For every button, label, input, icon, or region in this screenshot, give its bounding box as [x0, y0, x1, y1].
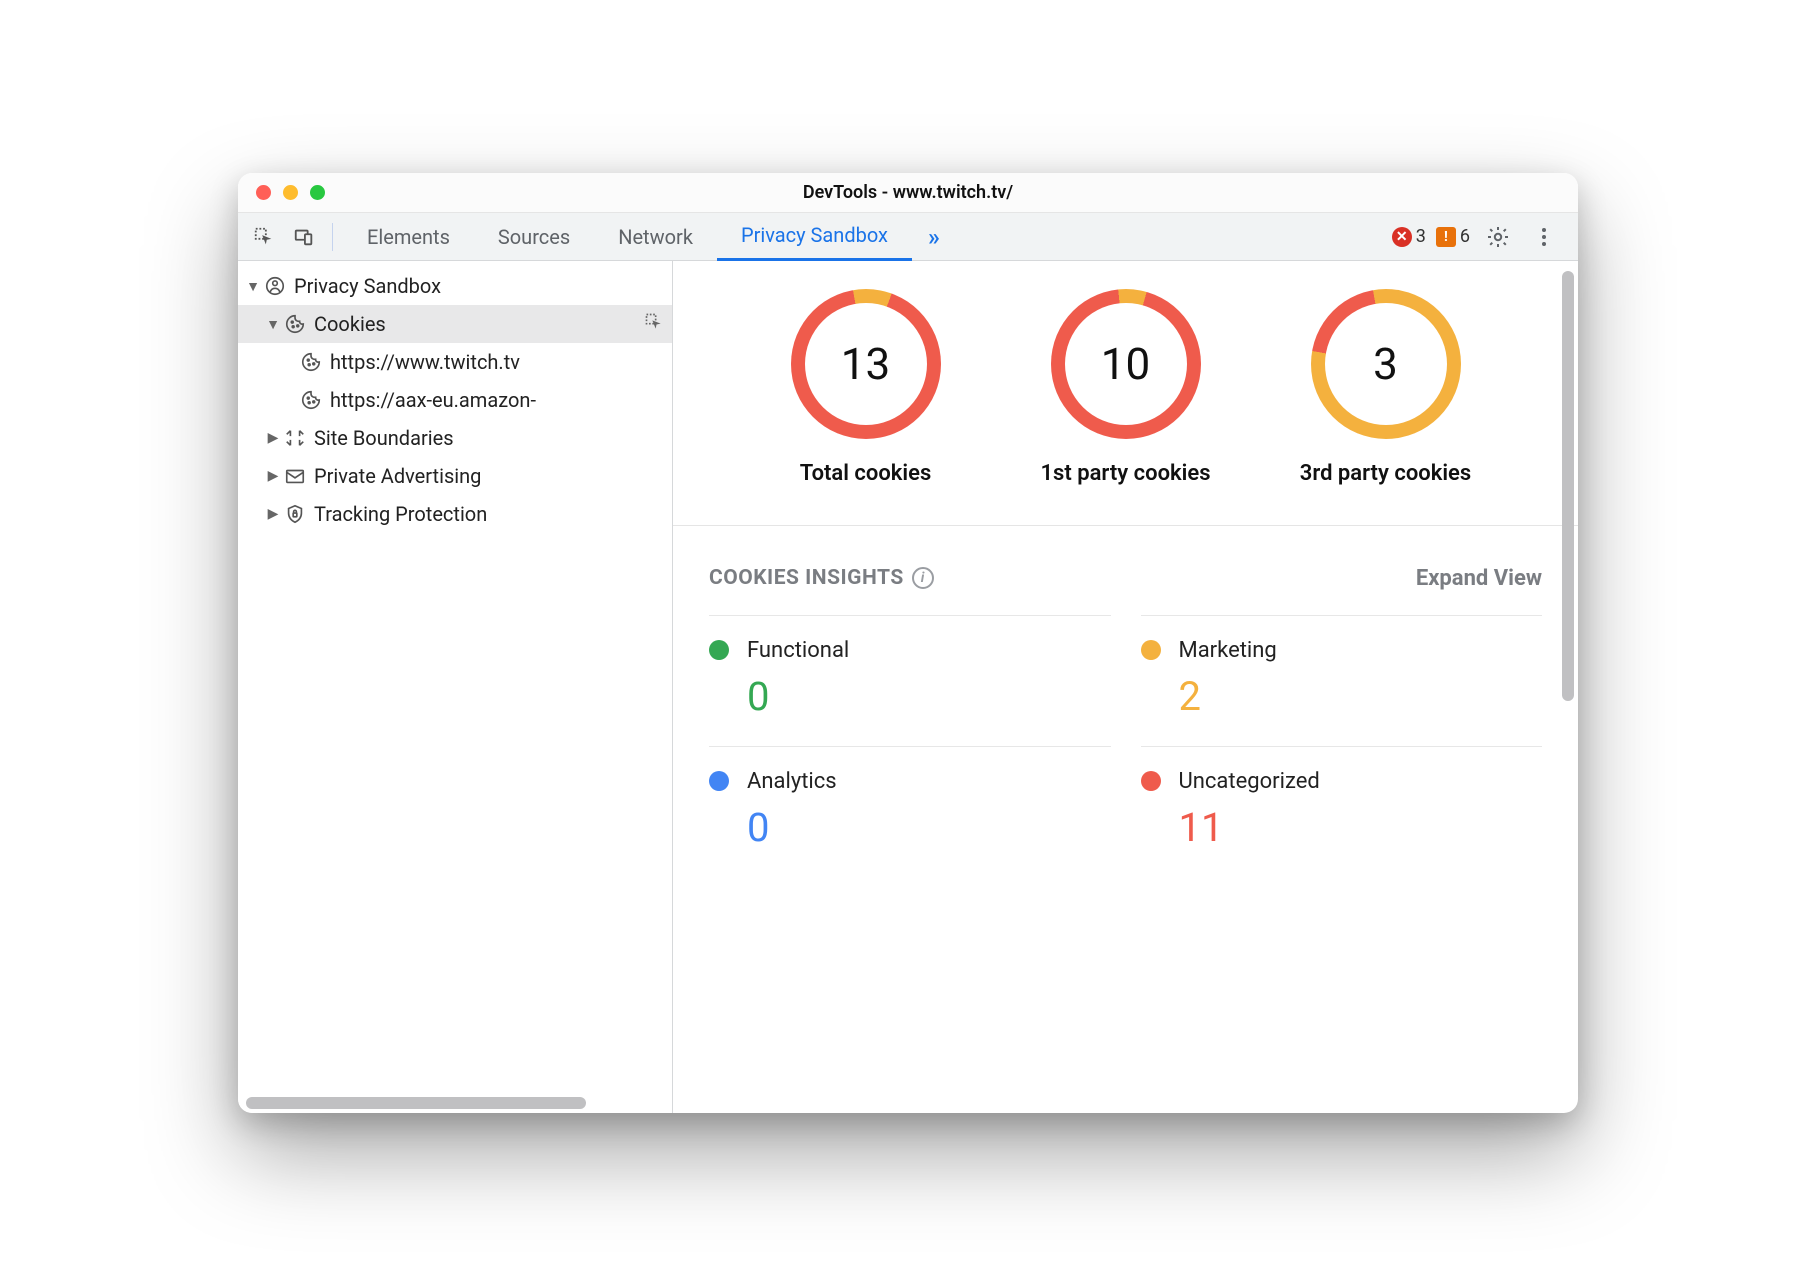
site-boundaries-icon	[282, 427, 308, 449]
tree-label: https://aax-eu.amazon-	[330, 388, 536, 412]
titlebar: DevTools - www.twitch.tv/	[238, 173, 1578, 213]
error-icon: ✕	[1392, 227, 1412, 247]
expand-arrow-icon[interactable]	[244, 278, 262, 295]
insight-uncategorized[interactable]: Uncategorized 11	[1141, 746, 1543, 877]
cookie-stats: 13 Total cookies 10 1st party cookies 3 …	[673, 261, 1578, 526]
sidebar-tree: Privacy Sandbox Cookies ht	[238, 261, 672, 539]
main-panel: 13 Total cookies 10 1st party cookies 3 …	[673, 261, 1578, 1113]
errors-badge[interactable]: ✕ 3	[1392, 226, 1426, 247]
bullet-icon	[1141, 771, 1161, 791]
insight-functional[interactable]: Functional 0	[709, 615, 1111, 746]
tree-label: Site Boundaries	[314, 426, 454, 450]
tree-label: Privacy Sandbox	[294, 274, 441, 298]
stat-third-party-cookies: 3 3rd party cookies	[1291, 289, 1481, 489]
insights-header: COOKIES INSIGHTS i Expand View	[673, 526, 1578, 615]
tree-item-tracking-protection[interactable]: Tracking Protection	[238, 495, 672, 533]
cookie-icon	[282, 313, 308, 335]
tab-network[interactable]: Network	[594, 213, 717, 261]
stat-value: 13	[841, 338, 890, 390]
cookie-icon	[298, 351, 324, 373]
warning-icon: !	[1436, 227, 1456, 247]
insight-marketing[interactable]: Marketing 2	[1141, 615, 1543, 746]
tree-item-cookies[interactable]: Cookies	[238, 305, 672, 343]
more-options-button[interactable]	[1526, 219, 1562, 255]
bullet-icon	[709, 640, 729, 660]
tab-elements[interactable]: Elements	[343, 213, 474, 261]
insights-title: COOKIES INSIGHTS i	[709, 566, 934, 590]
expand-arrow-icon[interactable]	[264, 430, 282, 446]
stat-first-party-cookies: 10 1st party cookies	[1031, 289, 1221, 489]
tree-label: Cookies	[314, 312, 386, 336]
warnings-badge[interactable]: ! 6	[1436, 226, 1470, 247]
tree-item-privacy-sandbox[interactable]: Privacy Sandbox	[238, 267, 672, 305]
cookie-icon	[298, 389, 324, 411]
stat-value: 10	[1101, 338, 1150, 390]
horizontal-scrollbar[interactable]	[246, 1097, 586, 1109]
insight-analytics[interactable]: Analytics 0	[709, 746, 1111, 877]
tree-item-private-advertising[interactable]: Private Advertising	[238, 457, 672, 495]
info-icon[interactable]: i	[912, 567, 934, 589]
errors-count: 3	[1416, 226, 1426, 247]
toolbar-right: ✕ 3 ! 6	[1392, 219, 1570, 255]
more-tabs-button[interactable]: »	[916, 223, 952, 251]
tree-label: Tracking Protection	[314, 502, 487, 526]
content-area: Privacy Sandbox Cookies ht	[238, 261, 1578, 1113]
toolbar-separator	[332, 223, 333, 251]
bullet-icon	[1141, 640, 1161, 660]
insight-value: 0	[747, 804, 1111, 851]
stat-total-cookies: 13 Total cookies	[771, 289, 961, 489]
stat-value: 3	[1373, 338, 1398, 390]
tree-label: https://www.twitch.tv	[330, 350, 520, 374]
expand-view-button[interactable]: Expand View	[1416, 566, 1542, 591]
tab-sources[interactable]: Sources	[474, 213, 594, 261]
shield-lock-icon	[282, 503, 308, 525]
sidebar: Privacy Sandbox Cookies ht	[238, 261, 673, 1113]
expand-arrow-icon[interactable]	[264, 468, 282, 484]
inspect-icon[interactable]	[644, 312, 664, 337]
insight-name: Functional	[747, 638, 849, 663]
insight-value: 0	[747, 673, 1111, 720]
device-toolbar-icon[interactable]	[286, 219, 322, 255]
insight-name: Marketing	[1179, 638, 1277, 663]
tree-label: Private Advertising	[314, 464, 481, 488]
tree-item-site-boundaries[interactable]: Site Boundaries	[238, 419, 672, 457]
stat-label: 3rd party cookies	[1300, 459, 1471, 489]
expand-arrow-icon[interactable]	[264, 506, 282, 522]
stat-ring: 3	[1311, 289, 1461, 439]
tree-item-origin[interactable]: https://www.twitch.tv	[238, 343, 672, 381]
tree-item-origin[interactable]: https://aax-eu.amazon-	[238, 381, 672, 419]
mail-icon	[282, 465, 308, 487]
stat-ring: 10	[1051, 289, 1201, 439]
vertical-scrollbar[interactable]	[1562, 271, 1574, 701]
privacy-sandbox-icon	[262, 275, 288, 297]
devtools-window: DevTools - www.twitch.tv/ Elements Sourc…	[238, 173, 1578, 1113]
stat-label: Total cookies	[800, 459, 932, 489]
expand-arrow-icon[interactable]	[264, 316, 282, 333]
bullet-icon	[709, 771, 729, 791]
stat-ring: 13	[791, 289, 941, 439]
warnings-count: 6	[1460, 226, 1470, 247]
devtools-toolbar: Elements Sources Network Privacy Sandbox…	[238, 213, 1578, 261]
insights-title-text: COOKIES INSIGHTS	[709, 566, 904, 590]
panel-tabs: Elements Sources Network Privacy Sandbox	[343, 213, 912, 261]
tab-privacy-sandbox[interactable]: Privacy Sandbox	[717, 213, 912, 261]
insight-name: Analytics	[747, 769, 837, 794]
window-title: DevTools - www.twitch.tv/	[238, 182, 1578, 203]
insight-name: Uncategorized	[1179, 769, 1320, 794]
insight-value: 2	[1179, 673, 1543, 720]
insight-value: 11	[1179, 804, 1543, 851]
insights-grid: Functional 0 Marketing 2 Analytics	[673, 615, 1578, 897]
settings-button[interactable]	[1480, 219, 1516, 255]
inspect-element-icon[interactable]	[246, 219, 282, 255]
stat-label: 1st party cookies	[1040, 459, 1210, 489]
